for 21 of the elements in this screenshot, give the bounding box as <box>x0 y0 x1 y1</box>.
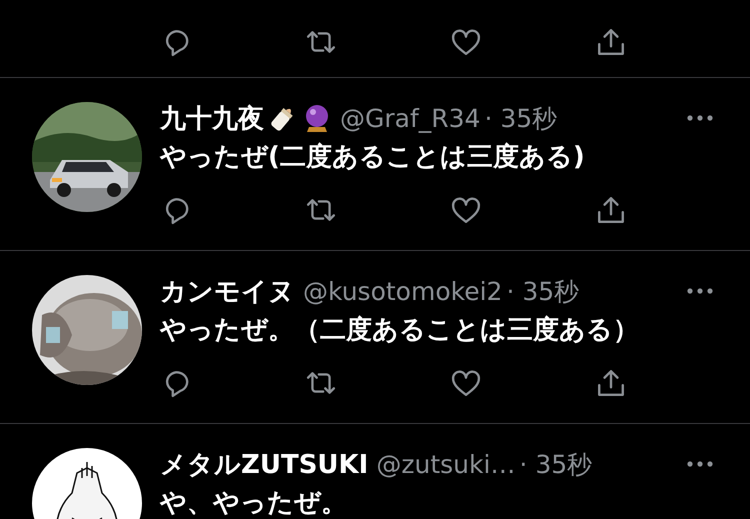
more-icon[interactable] <box>686 115 714 121</box>
more-icon[interactable] <box>686 288 714 294</box>
user-name[interactable]: 九十九夜 <box>160 100 264 136</box>
user-handle[interactable]: @kusotomokei2 <box>303 276 502 306</box>
timestamp: · 35秒 <box>519 448 592 480</box>
user-name[interactable]: メタルZUTSUKI <box>160 446 368 482</box>
tweet-text: や、やったぜ。 <box>160 487 348 519</box>
timestamp: · 35秒 <box>506 276 580 308</box>
user-handle[interactable]: @Graf_R34 <box>340 104 480 132</box>
heart-icon[interactable] <box>451 195 481 225</box>
user-name[interactable]: カンモイヌ <box>160 274 295 308</box>
tweet-text: やったぜ(二度あることは三度ある) <box>160 141 586 174</box>
share-icon[interactable] <box>596 26 626 56</box>
heart-icon[interactable] <box>451 368 481 398</box>
tweet-text: やったぜ。（二度あることは三度ある） <box>160 314 640 347</box>
timestamp: · 35秒 <box>484 102 558 134</box>
heart-icon[interactable] <box>451 26 481 56</box>
share-icon[interactable] <box>596 368 626 398</box>
share-icon[interactable] <box>596 195 626 225</box>
more-icon[interactable] <box>686 461 714 467</box>
user-handle[interactable]: @zutsuki… <box>376 450 516 478</box>
